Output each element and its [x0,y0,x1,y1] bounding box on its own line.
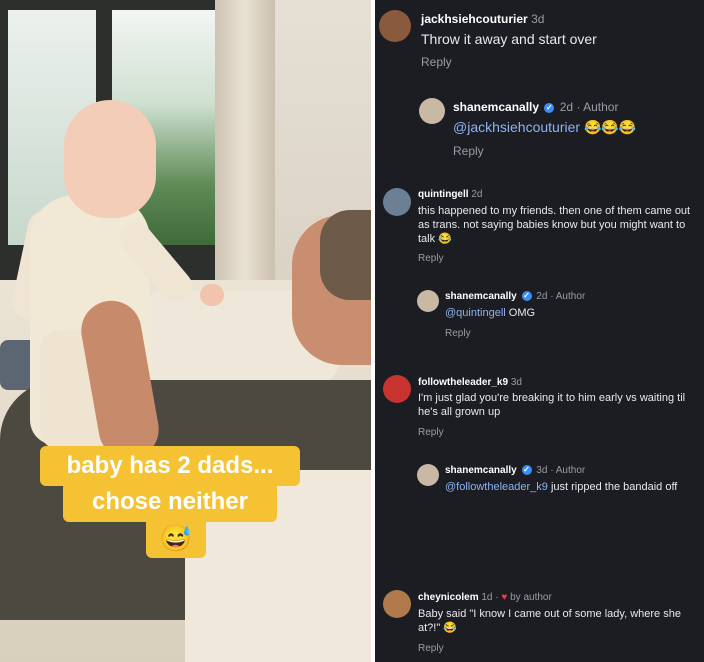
comment-item: cheynicolem 1d · ♥ by author Baby said "… [375,582,704,662]
reply-button[interactable]: Reply [453,144,484,158]
comment-header: cheynicolem 1d · ♥ by author [418,592,552,603]
username[interactable]: shanemcanally [445,291,517,302]
username[interactable]: shanemcanally [453,100,539,114]
username[interactable]: cheynicolem [418,592,479,603]
comment-item: followtheleader_k9 3d I'm just glad you'… [375,365,704,445]
avatar[interactable] [417,290,439,312]
mention-link[interactable]: @jackhsiehcouturier [453,119,580,135]
timestamp: 2d [559,100,574,114]
caption-line-1: baby has 2 dads... [40,446,300,486]
timestamp: 2d [471,189,483,200]
curtain [215,0,275,290]
author-badge: · Author [550,465,586,476]
timestamp: 3d [531,12,545,26]
username[interactable]: quintingell [418,189,469,200]
reply-item: shanemcanally ✓ 3d · Author @followthele… [375,456,704,526]
comment-item: jackhsiehcouturier 3d Throw it away and … [375,0,704,80]
mention-link[interactable]: @followtheleader_k9 [445,481,548,493]
comment-header: jackhsiehcouturier 3d [421,12,544,26]
video-frame[interactable]: baby has 2 dads... chose neither 😅 [0,0,371,662]
avatar[interactable] [383,375,411,403]
comment-text: this happened to my friends. then one of… [418,205,691,245]
username[interactable]: jackhsiehcouturier [421,12,528,26]
avatar[interactable] [383,188,411,216]
verified-badge-icon: ✓ [544,102,555,113]
comment-emoji: 😂 [438,232,452,245]
username[interactable]: shanemcanally [445,465,517,476]
comment-emoji: 😂 [443,621,458,634]
comment-text: @jackhsiehcouturier 😂😂😂 [453,119,693,137]
username[interactable]: followtheleader_k9 [418,377,508,388]
reply-button[interactable]: Reply [418,253,444,264]
avatar[interactable] [419,98,445,124]
author-badge: · Author [550,291,586,302]
timestamp: 2d [536,291,548,302]
liked-by-author: by author [510,592,552,603]
reply-item: shanemcanally ✓ 2d · Author @quintingell… [375,282,704,347]
reply-item: shanemcanally ✓ 2d · Author @jackhsiehco… [375,90,704,170]
heart-icon: ♥ [501,592,508,603]
comment-header: shanemcanally ✓ 3d · Author [445,465,585,476]
verified-badge-icon: ✓ [521,291,532,302]
timestamp: 1d [481,592,493,603]
baby-hand [200,284,224,306]
reply-button[interactable]: Reply [421,55,452,69]
comment-item: quintingell 2d this happened to my frien… [375,180,704,270]
avatar[interactable] [379,10,411,42]
comment-header: followtheleader_k9 3d [418,377,522,388]
comment-text: @quintingell OMG [445,307,536,319]
comment-header: shanemcanally ✓ 2d · Author [445,291,585,302]
comment-text: Throw it away and start over [421,31,597,47]
reply-button[interactable]: Reply [418,643,444,654]
baby-head [64,100,156,218]
comment-text: @followtheleader_k9 just ripped the band… [445,481,678,493]
man-hair [320,210,371,300]
timestamp: 3d [510,377,522,388]
comment-text: I'm just glad you're breaking it to him … [418,392,686,418]
comments-panel[interactable]: jackhsiehcouturier 3d Throw it away and … [375,0,704,662]
mention-link[interactable]: @quintingell [445,307,506,319]
comment-header: shanemcanally ✓ 2d · Author [453,100,618,114]
comment-text: Baby said "I know I came out of some lad… [418,608,681,634]
caption-line-2: chose neither [63,482,277,522]
reply-button[interactable]: Reply [445,328,471,339]
author-badge: · Author [576,100,619,114]
caption-emoji: 😅 [146,518,206,558]
timestamp: 3d [536,465,548,476]
verified-badge-icon: ✓ [521,465,532,476]
comment-header: quintingell 2d [418,189,482,200]
reply-button[interactable]: Reply [418,427,444,438]
avatar[interactable] [383,590,411,618]
avatar[interactable] [417,464,439,486]
comment-emoji: 😂😂😂 [583,119,637,135]
separator: · [495,592,499,603]
